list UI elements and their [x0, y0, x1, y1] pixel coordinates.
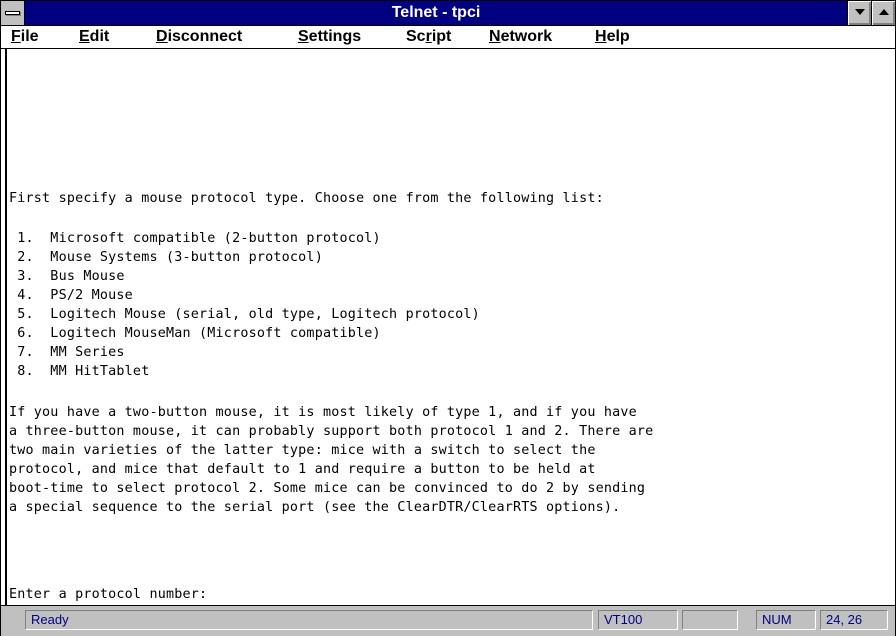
telnet-window: Telnet - tpci File Edit Disconnect Setti…: [0, 0, 896, 636]
menu-edit[interactable]: Edit: [79, 26, 109, 48]
menu-disconnect[interactable]: Disconnect: [156, 26, 242, 48]
status-bar: Ready VT100 NUM 24, 26: [1, 605, 895, 636]
status-num-lock: NUM: [756, 610, 816, 630]
menu-bar: File Edit Disconnect Settings Script Net…: [1, 26, 895, 49]
minimize-arrow-icon: [855, 9, 865, 15]
terminal-line: 5. Logitech Mouse (serial, old type, Log…: [9, 307, 480, 322]
system-menu-icon: [5, 11, 20, 15]
terminal-line: If you have a two-button mouse, it is mo…: [9, 405, 637, 420]
terminal-line: a three-button mouse, it can probably su…: [9, 424, 654, 439]
terminal-line: 3. Bus Mouse: [9, 269, 125, 284]
system-menu-button[interactable]: [1, 1, 25, 25]
terminal-line: 8. MM HitTablet: [9, 364, 150, 379]
terminal-prompt-line: Enter a protocol number:: [9, 587, 208, 602]
status-terminal-type: VT100: [598, 610, 678, 630]
terminal-line: First specify a mouse protocol type. Cho…: [9, 191, 604, 206]
terminal-area[interactable]: First specify a mouse protocol type. Cho…: [5, 49, 891, 605]
terminal-line: boot-time to select protocol 2. Some mic…: [9, 481, 646, 496]
terminal-line: protocol, and mice that default to 1 and…: [9, 462, 596, 477]
status-cursor-position: 24, 26: [820, 610, 888, 630]
terminal-line: a special sequence to the serial port (s…: [9, 500, 621, 515]
terminal-line: 2. Mouse Systems (3-button protocol): [9, 250, 323, 265]
terminal-line: two main varieties of the latter type: m…: [9, 443, 596, 458]
minimize-button[interactable]: [847, 1, 871, 25]
status-ready: Ready: [25, 610, 593, 630]
title-bar[interactable]: Telnet - tpci: [1, 1, 895, 26]
status-empty-panel: [682, 610, 738, 630]
terminal-line: 7. MM Series: [9, 345, 125, 360]
menu-file[interactable]: File: [11, 26, 39, 48]
maximize-button[interactable]: [871, 1, 895, 25]
terminal-line: 6. Logitech MouseMan (Microsoft compatib…: [9, 326, 381, 341]
menu-script[interactable]: Script: [406, 26, 451, 48]
menu-help[interactable]: Help: [595, 26, 630, 48]
terminal-line: 1. Microsoft compatible (2-button protoc…: [9, 231, 381, 246]
maximize-arrow-icon: [879, 9, 889, 15]
menu-network[interactable]: Network: [489, 26, 552, 48]
window-title: Telnet - tpci: [391, 4, 481, 21]
terminal-line: 4. PS/2 Mouse: [9, 288, 133, 303]
menu-settings[interactable]: Settings: [298, 26, 361, 48]
